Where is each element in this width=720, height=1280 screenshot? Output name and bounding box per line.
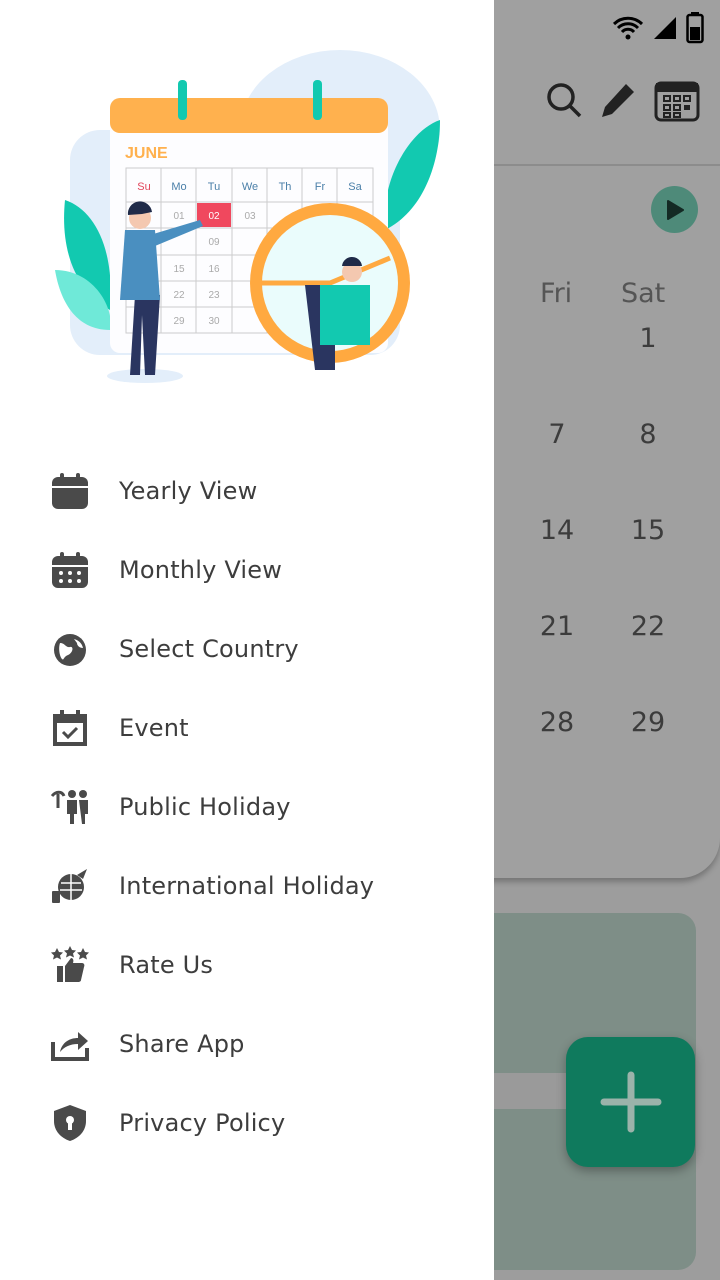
thumbs-up-stars-icon <box>50 945 90 985</box>
svg-text:Sa: Sa <box>348 181 362 193</box>
play-icon <box>666 199 684 220</box>
menu-item-label: Monthly View <box>119 555 283 584</box>
menu-item-public-holiday[interactable]: Public Holiday <box>0 767 494 846</box>
next-month-button[interactable] <box>651 186 698 233</box>
svg-text:02: 02 <box>208 211 220 222</box>
menu-item-rate-us[interactable]: Rate Us <box>0 925 494 1004</box>
menu-item-event[interactable]: Event <box>0 688 494 767</box>
menu-item-label: International Holiday <box>119 871 375 900</box>
calendar-date[interactable]: 22 <box>618 611 678 642</box>
weekday-sat: Sat <box>621 278 666 309</box>
status-bar <box>612 12 704 44</box>
event-bar <box>494 1073 574 1109</box>
calendar-date[interactable]: 15 <box>618 515 678 546</box>
menu-item-yearly-view[interactable]: Yearly View <box>0 451 494 530</box>
weekday-fri: Fri <box>540 278 573 309</box>
calendar-date[interactable]: 14 <box>527 515 587 546</box>
add-event-button[interactable] <box>566 1037 695 1167</box>
menu-item-select-country[interactable]: Select Country <box>0 609 494 688</box>
battery-icon <box>686 12 704 44</box>
svg-text:30: 30 <box>208 316 220 327</box>
menu-item-label: Event <box>119 713 189 742</box>
menu-item-label: Rate Us <box>119 950 214 979</box>
calendar-date[interactable]: 28 <box>527 707 587 738</box>
svg-text:Mo: Mo <box>171 181 186 193</box>
calendar-illustration: JUNE Su Mo Tu We Th Fr Sa 01 02 03 09 15 16 22 23 29 30 <box>55 50 440 383</box>
share-icon <box>50 1024 90 1064</box>
signal-icon <box>654 17 676 39</box>
menu-item-share-app[interactable]: Share App <box>0 1004 494 1083</box>
menu-item-label: Yearly View <box>119 476 258 505</box>
search-icon[interactable] <box>546 82 582 118</box>
svg-text:Su: Su <box>137 181 150 193</box>
calendar-icon <box>50 471 90 511</box>
svg-text:22: 22 <box>173 290 185 301</box>
beach-people-icon <box>50 787 90 827</box>
menu-item-label: Select Country <box>119 634 299 663</box>
shield-lock-icon <box>50 1103 90 1143</box>
calendar-check-icon <box>50 708 90 748</box>
menu-item-international-holiday[interactable]: International Holiday <box>0 846 494 925</box>
svg-text:29: 29 <box>173 316 185 327</box>
navigation-drawer: JUNE Su Mo Tu We Th Fr Sa 01 02 03 09 15 16 22 23 29 30… <box>0 0 494 1280</box>
globe-plane-icon <box>50 866 90 906</box>
svg-text:Fr: Fr <box>315 181 326 193</box>
menu-item-label: Public Holiday <box>119 792 291 821</box>
svg-text:23: 23 <box>208 290 220 301</box>
add-icon <box>600 1071 661 1133</box>
calendar-date[interactable]: 7 <box>527 419 587 450</box>
svg-text:JUNE: JUNE <box>125 145 168 162</box>
edit-icon[interactable] <box>600 82 636 118</box>
calendar-date[interactable]: 21 <box>527 611 587 642</box>
calendar-date[interactable]: 8 <box>618 419 678 450</box>
drawer-menu: Yearly View Monthly View Select Country … <box>0 451 494 1162</box>
menu-item-label: Share App <box>119 1029 245 1058</box>
divider <box>494 164 720 166</box>
calendar-date[interactable]: 1 <box>618 323 678 354</box>
svg-text:01: 01 <box>173 211 185 222</box>
menu-item-privacy-policy[interactable]: Privacy Policy <box>0 1083 494 1162</box>
menu-item-label: Privacy Policy <box>119 1108 286 1137</box>
svg-text:09: 09 <box>208 237 220 248</box>
calendar-icon[interactable] <box>654 78 700 122</box>
wifi-icon <box>612 16 644 40</box>
svg-text:15: 15 <box>173 264 185 275</box>
svg-text:03: 03 <box>244 211 256 222</box>
svg-text:16: 16 <box>208 264 220 275</box>
calendar-date[interactable]: 29 <box>618 707 678 738</box>
svg-text:We: We <box>242 181 258 193</box>
calendar-grid-icon <box>50 550 90 590</box>
globe-icon <box>50 629 90 669</box>
svg-text:Th: Th <box>279 181 292 193</box>
menu-item-monthly-view[interactable]: Monthly View <box>0 530 494 609</box>
svg-text:Tu: Tu <box>208 181 220 193</box>
